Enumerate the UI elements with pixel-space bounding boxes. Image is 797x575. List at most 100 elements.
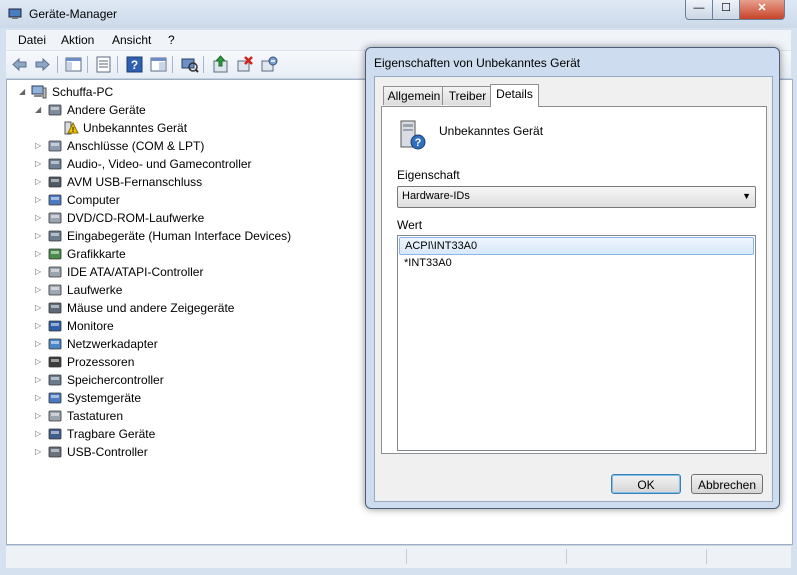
tree-category-item[interactable]: ▷ Eingabegeräte (Human Interface Devices): [35, 227, 355, 245]
menu-help[interactable]: ?: [168, 33, 175, 47]
dvd-drive-icon: [48, 212, 62, 224]
tree-category-item[interactable]: ▷ Netzwerkadapter: [35, 335, 355, 353]
svg-text:?: ?: [131, 58, 138, 72]
window-title: Geräte-Manager: [29, 7, 118, 21]
expand-arrow-icon[interactable]: ▷: [35, 443, 44, 461]
tree-item-label: Speichercontroller: [67, 373, 164, 387]
tree-category-item[interactable]: ▷ Speichercontroller: [35, 371, 355, 389]
tree-category-item[interactable]: ▷ DVD/CD-ROM-Laufwerke: [35, 209, 355, 227]
tree-category-item[interactable]: ▷ Audio-, Video- und Gamecontroller: [35, 155, 355, 173]
scan-hardware-icon[interactable]: [180, 55, 199, 74]
tree-category-item[interactable]: ▷ Laufwerke: [35, 281, 355, 299]
expand-arrow-icon[interactable]: ▷: [35, 371, 44, 389]
audio-icon: [48, 158, 62, 170]
tree-category-item[interactable]: ▷ Mäuse und andere Zeigegeräte: [35, 299, 355, 317]
tab-allgemein[interactable]: Allgemein: [383, 86, 445, 105]
expand-arrow-icon[interactable]: ▷: [35, 173, 44, 191]
expand-arrow-icon[interactable]: ▷: [35, 137, 44, 155]
tree-child-item[interactable]: ! Unbekanntes Gerät: [51, 119, 371, 137]
tree-category-item[interactable]: ▷ Prozessoren: [35, 353, 355, 371]
tree-root[interactable]: ◢ Schuffa-PC: [19, 83, 219, 101]
cancel-button[interactable]: Abbrechen: [691, 474, 763, 494]
expand-arrow-icon[interactable]: ▷: [35, 353, 44, 371]
expand-arrow-icon[interactable]: ▷: [35, 245, 44, 263]
expand-arrow-icon[interactable]: ▷: [35, 389, 44, 407]
status-segment: [706, 549, 707, 564]
collapse-arrow-icon[interactable]: ◢: [19, 83, 28, 101]
svg-text:?: ?: [415, 137, 422, 149]
tree-category-item[interactable]: ▷ Tastaturen: [35, 407, 355, 425]
ok-button[interactable]: OK: [611, 474, 681, 494]
maximize-button[interactable]: ☐: [712, 0, 740, 20]
tree-category-item[interactable]: ▷ Computer: [35, 191, 355, 209]
tree-category-item[interactable]: ▷ Tragbare Geräte: [35, 425, 355, 443]
tree-item-label: Systemgeräte: [67, 391, 142, 405]
tree-category-item[interactable]: ▷ AVM USB-Fernanschluss: [35, 173, 355, 191]
tree-category-item[interactable]: ▷ Systemgeräte: [35, 389, 355, 407]
show-hide-console-tree-icon[interactable]: [64, 55, 83, 74]
tree-category-item[interactable]: ▷ Monitore: [35, 317, 355, 335]
mouse-icon: [48, 302, 62, 314]
help-icon[interactable]: ?: [125, 55, 144, 74]
menu-ansicht[interactable]: Ansicht: [112, 33, 151, 47]
expand-arrow-icon[interactable]: ▷: [35, 227, 44, 245]
window-titlebar[interactable]: Geräte-Manager — ☐ ✕: [0, 0, 797, 28]
unknown-device-icon: ?: [400, 120, 426, 150]
value-row[interactable]: ACPI\INT33A0: [399, 237, 754, 255]
menu-aktion[interactable]: Aktion: [61, 33, 94, 47]
tree-item-label: Audio-, Video- und Gamecontroller: [67, 157, 252, 171]
tab-details[interactable]: Details: [490, 84, 539, 107]
tree-category-item[interactable]: ▷ IDE ATA/ATAPI-Controller: [35, 263, 355, 281]
status-segment: [406, 549, 407, 564]
network-adapter-icon: [48, 338, 62, 350]
svg-text:!: !: [72, 127, 74, 134]
value-list[interactable]: ACPI\INT33A0 *INT33A0: [397, 235, 756, 451]
usb-remote-icon: [48, 176, 62, 188]
display-adapter-icon: [48, 248, 62, 260]
expand-arrow-icon[interactable]: ▷: [35, 425, 44, 443]
expand-arrow-icon[interactable]: ▷: [35, 191, 44, 209]
tree-category-item[interactable]: ◢ Andere Geräte: [35, 101, 355, 119]
expand-arrow-icon[interactable]: ▷: [35, 209, 44, 227]
ide-controller-icon: [48, 266, 62, 278]
storage-controller-icon: [48, 374, 62, 386]
dialog-body: Allgemein Treiber Details ? Unbekanntes …: [374, 76, 773, 502]
expand-arrow-icon[interactable]: ▷: [35, 281, 44, 299]
tree-category-item[interactable]: ▷ Anschlüsse (COM & LPT): [35, 137, 355, 155]
details-tab-page: ? Unbekanntes Gerät Eigenschaft Hardware…: [381, 106, 767, 454]
tab-treiber[interactable]: Treiber: [442, 86, 493, 105]
properties-dialog: Eigenschaften von Unbekanntes Gerät Allg…: [365, 47, 780, 509]
update-driver-icon[interactable]: [211, 55, 230, 74]
back-arrow-icon[interactable]: [10, 55, 29, 74]
tree-item-label: Andere Geräte: [67, 103, 146, 117]
uninstall-icon[interactable]: [235, 55, 254, 74]
disable-device-icon[interactable]: [259, 55, 278, 74]
close-button[interactable]: ✕: [739, 0, 785, 20]
expand-arrow-icon[interactable]: ▷: [35, 263, 44, 281]
tree-root-label: Schuffa-PC: [52, 85, 114, 99]
tree-item-label: Unbekanntes Gerät: [83, 121, 188, 135]
properties-icon[interactable]: [94, 55, 113, 74]
action-pane-icon[interactable]: [149, 55, 168, 74]
tree-item-label: IDE ATA/ATAPI-Controller: [67, 265, 204, 279]
minimize-button[interactable]: —: [685, 0, 713, 20]
forward-arrow-icon[interactable]: [33, 55, 52, 74]
tree-item-label: Anschlüsse (COM & LPT): [67, 139, 205, 153]
expand-arrow-icon[interactable]: ▷: [35, 299, 44, 317]
expand-arrow-icon[interactable]: ▷: [35, 407, 44, 425]
collapse-arrow-icon[interactable]: ◢: [35, 101, 44, 119]
tree-item-label: DVD/CD-ROM-Laufwerke: [67, 211, 205, 225]
status-bar: [6, 545, 791, 568]
tree-category-item[interactable]: ▷ USB-Controller: [35, 443, 355, 461]
value-row[interactable]: *INT33A0: [399, 255, 752, 271]
tree-item-label: Laufwerke: [67, 283, 123, 297]
expand-arrow-icon[interactable]: ▷: [35, 155, 44, 173]
property-select[interactable]: Hardware-IDs ▼: [397, 186, 756, 208]
expand-arrow-icon[interactable]: ▷: [35, 317, 44, 335]
menu-datei[interactable]: Datei: [18, 33, 46, 47]
usb-controller-icon: [48, 446, 62, 458]
tree-item-label: Eingabegeräte (Human Interface Devices): [67, 229, 292, 243]
value-text: *INT33A0: [404, 257, 452, 269]
expand-arrow-icon[interactable]: ▷: [35, 335, 44, 353]
tree-category-item[interactable]: ▷ Grafikkarte: [35, 245, 355, 263]
